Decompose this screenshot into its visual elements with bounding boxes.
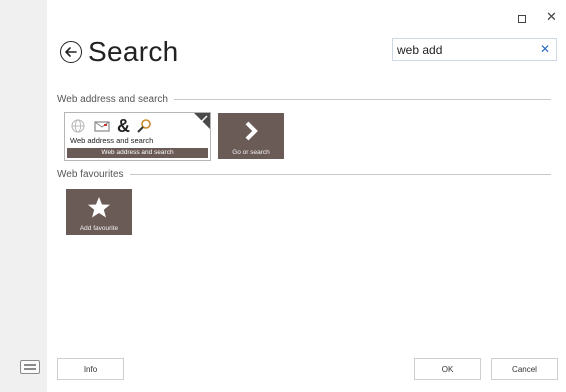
- edit-pencil-icon: [200, 115, 208, 123]
- tile-caption-bar: Web address and search: [67, 148, 208, 158]
- section-divider: [174, 98, 551, 100]
- cancel-button[interactable]: Cancel: [491, 358, 558, 380]
- section-label: Web favourites: [57, 168, 124, 180]
- tile-add-favourite[interactable]: Add favourite: [66, 189, 132, 235]
- tile-title: Web address and search: [70, 136, 154, 145]
- keyboard-icon[interactable]: [20, 360, 40, 374]
- star-icon: [88, 197, 110, 218]
- page-title: Search: [88, 36, 179, 67]
- left-sidebar: [0, 0, 47, 392]
- restore-icon[interactable]: [518, 15, 526, 23]
- magnifier-icon: [137, 119, 151, 133]
- ok-button[interactable]: OK: [414, 358, 481, 380]
- ampersand-icon: &: [117, 116, 130, 136]
- section-label: Web address and search: [57, 93, 168, 105]
- email-icon: [94, 121, 110, 132]
- tile-label: Go or search: [232, 149, 270, 156]
- close-window-button[interactable]: ✕: [546, 10, 557, 23]
- tile-icons: &: [69, 116, 152, 136]
- tile-go-or-search[interactable]: Go or search: [218, 113, 284, 159]
- section-header-web-address: Web address and search: [57, 92, 551, 106]
- globe-icon: [71, 119, 85, 133]
- search-input[interactable]: [397, 42, 527, 58]
- tile-web-address-and-search[interactable]: & Web address and search Web address and…: [64, 112, 211, 161]
- search-box[interactable]: ✕: [392, 38, 557, 61]
- info-button[interactable]: Info: [57, 358, 124, 380]
- section-divider: [129, 173, 551, 175]
- chevron-right-icon: [245, 121, 258, 141]
- back-arrow-circle-icon[interactable]: [60, 41, 82, 63]
- tile-label: Add favourite: [79, 225, 119, 232]
- page-header: Search: [60, 34, 179, 70]
- section-header-web-favourites: Web favourites: [57, 167, 551, 181]
- clear-search-icon[interactable]: ✕: [540, 42, 550, 56]
